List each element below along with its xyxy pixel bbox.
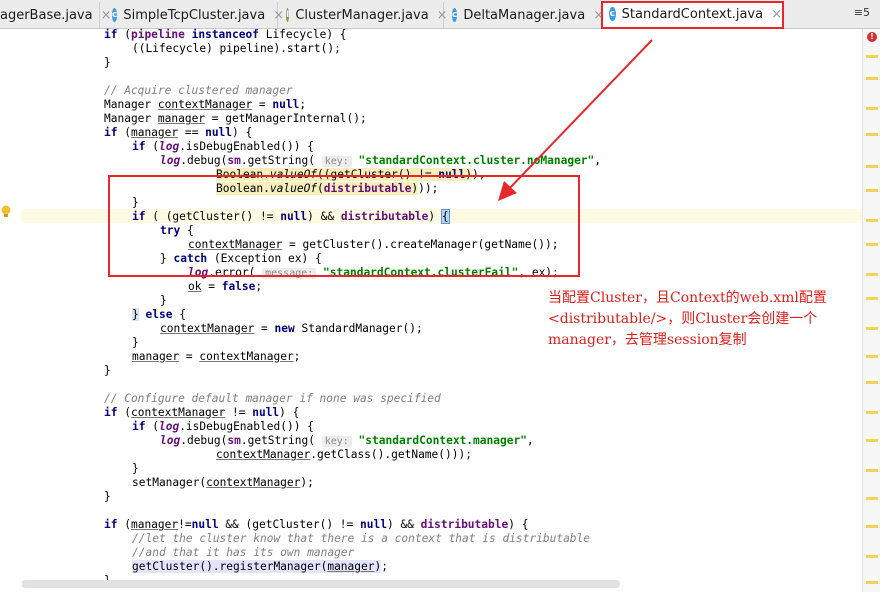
warning-marker[interactable] (866, 381, 878, 384)
code-comment: //let the cluster know that there is a c… (132, 532, 591, 545)
warning-marker[interactable] (866, 581, 878, 584)
warning-marker[interactable] (866, 133, 878, 136)
warning-marker[interactable] (866, 555, 878, 558)
warning-marker[interactable] (866, 327, 878, 330)
warning-marker[interactable] (866, 469, 878, 472)
tab-clustermanager[interactable]: I ClusterManager.java × (280, 2, 448, 28)
class-icon: c (452, 8, 458, 22)
code-line: } (160, 294, 167, 307)
annotation-code-highlight (108, 175, 580, 277)
horizontal-scrollbar[interactable] (22, 580, 620, 588)
code-line: } (104, 56, 111, 69)
code-line: ok = false; (188, 280, 263, 293)
tab-label: SimpleTcpCluster.java (123, 7, 266, 23)
code-line: manager = contextManager; (132, 350, 301, 363)
code-line: } (104, 490, 111, 503)
param-hint: key: (321, 156, 352, 167)
string-literal: "standardContext.manager" (358, 434, 527, 447)
annotation-note: 当配置Cluster，且Context的web.xml配置 <distribut… (548, 288, 858, 351)
annotation-line: manager，去管理session复制 (548, 332, 747, 348)
code-line: if (log.isDebugEnabled()) { (132, 420, 314, 433)
code-line: if (manager!=null && (getCluster() != nu… (104, 518, 529, 531)
tab-list-menu[interactable]: ≡5 (854, 6, 870, 19)
warning-marker[interactable] (866, 297, 878, 300)
warning-marker[interactable] (866, 189, 878, 192)
param-hint: key: (321, 436, 352, 447)
code-line: Manager contextManager = null; (104, 98, 307, 111)
code-line: if (pipeline instanceof Lifecycle) { (104, 28, 347, 41)
code-comment: // Configure default manager if none was… (104, 392, 441, 405)
tab-simpletcpcluster[interactable]: c SimpleTcpCluster.java × (106, 2, 284, 28)
warning-marker[interactable] (866, 77, 878, 80)
class-icon: c (112, 8, 118, 22)
code-line: Manager manager = getManagerInternal(); (104, 112, 367, 125)
annotation-line: 当配置Cluster，且Context的web.xml配置 (548, 290, 827, 306)
tab-deltamanager[interactable]: c DeltaManager.java × (446, 2, 604, 28)
warning-marker[interactable] (866, 273, 878, 276)
warning-marker[interactable] (866, 165, 878, 168)
warning-marker[interactable] (866, 497, 878, 500)
code-line: log.debug(sm.getString( key: "standardCo… (160, 434, 534, 447)
warning-marker[interactable] (866, 219, 878, 222)
code-line: setManager(contextManager); (132, 476, 314, 489)
code-line: } else { (132, 308, 186, 321)
warning-marker[interactable] (866, 243, 878, 246)
tab-label: agerBase.java (0, 7, 93, 23)
lightbulb-icon[interactable] (0, 205, 12, 219)
code-line: if (log.isDebugEnabled()) { (132, 140, 314, 153)
error-icon[interactable]: ! (867, 32, 877, 42)
annotation-tab-highlight (601, 1, 784, 29)
gutter (0, 29, 22, 592)
code-line: ((Lifecycle) pipeline).start(); (132, 42, 341, 55)
warning-marker[interactable] (866, 411, 878, 414)
code-line: contextManager = new StandardManager(); (160, 322, 423, 335)
warning-marker[interactable] (866, 107, 878, 110)
code-line: if (contextManager != null) { (104, 406, 300, 419)
code-comment: //and that it has its own manager (132, 546, 355, 559)
tab-label: ClusterManager.java (295, 7, 429, 23)
code-line: } (104, 364, 111, 377)
code-comment: // Acquire clustered manager (104, 84, 293, 97)
code-line: contextManager.getClass().getName())); (216, 448, 472, 461)
tab-managerbase[interactable]: agerBase.java × (0, 2, 112, 28)
interface-icon: I (286, 8, 290, 22)
code-line: if (manager == null) { (104, 126, 253, 139)
code-line: } (132, 336, 139, 349)
tab-label: DeltaManager.java (463, 7, 586, 23)
warning-marker[interactable] (866, 439, 878, 442)
warning-marker[interactable] (866, 525, 878, 528)
warning-marker[interactable] (866, 355, 878, 358)
code-line: } (132, 462, 139, 475)
string-literal: "standardContext.cluster.noManager" (358, 154, 595, 167)
code-line: getCluster().registerManager(manager); (132, 560, 388, 573)
annotation-line: <distributable/>，则Cluster会创建一个 (548, 311, 818, 327)
error-stripe[interactable]: ! (862, 29, 880, 592)
warning-marker[interactable] (866, 55, 878, 58)
code-line: log.debug(sm.getString( key: "standardCo… (160, 154, 602, 167)
